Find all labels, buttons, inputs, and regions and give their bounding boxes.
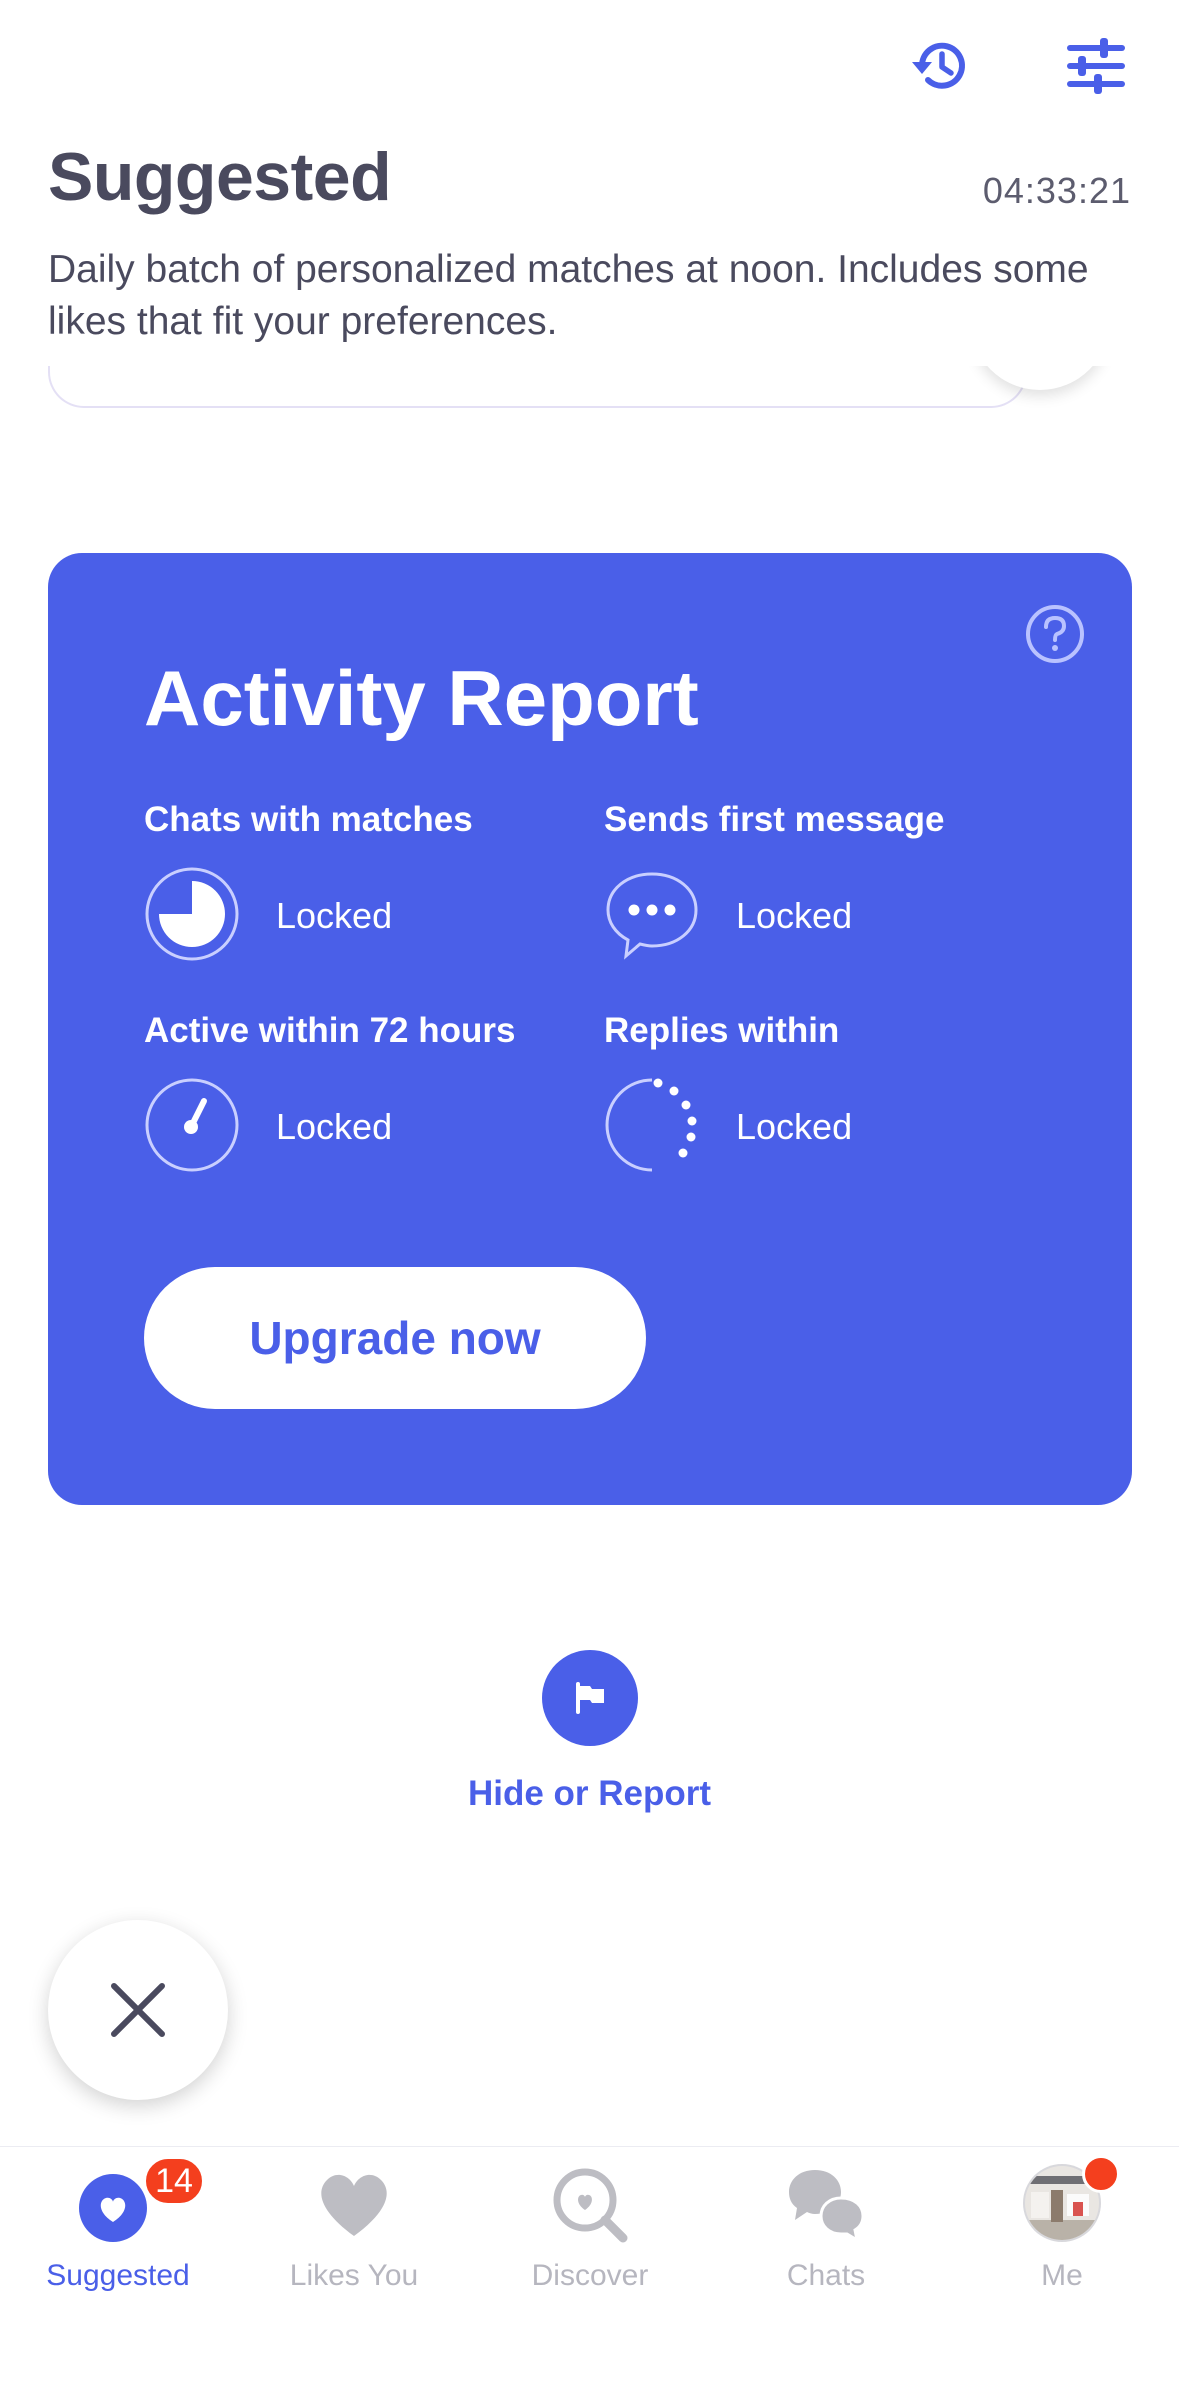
suggested-badge: 14 bbox=[142, 2155, 206, 2207]
activity-report-card: Activity Report Chats with matches Locke… bbox=[48, 553, 1132, 1505]
stat-label-active: Active within 72 hours bbox=[144, 1011, 516, 1050]
countdown-timer: 04:33:21 bbox=[982, 170, 1131, 211]
tab-label-suggested: Suggested bbox=[46, 2259, 190, 2292]
tab-label-me: Me bbox=[1041, 2259, 1083, 2292]
clock-gauge-icon bbox=[144, 1077, 240, 1173]
tab-suggested[interactable]: 14 Suggested bbox=[0, 2147, 236, 2347]
stat-value-replies: Locked bbox=[736, 1106, 853, 1147]
page-subtitle: Daily batch of personalized matches at n… bbox=[48, 248, 1089, 343]
filter-sliders-icon[interactable] bbox=[1064, 34, 1128, 98]
tab-label-discover: Discover bbox=[531, 2259, 649, 2292]
hide-report-label[interactable]: Hide or Report bbox=[0, 1774, 1179, 1814]
stat-value-first-message: Locked bbox=[736, 895, 853, 936]
notification-dot bbox=[1082, 2155, 1120, 2193]
tab-me[interactable]: Me bbox=[944, 2147, 1179, 2347]
close-icon bbox=[111, 1983, 165, 2037]
discover-search-icon bbox=[549, 2162, 631, 2244]
speech-bubble-icon bbox=[604, 866, 700, 962]
question-circle-icon[interactable] bbox=[1024, 603, 1086, 665]
flag-icon bbox=[576, 1682, 604, 1714]
activity-report-title: Activity Report bbox=[144, 654, 699, 742]
bottom-tab-bar: 14 Suggested Likes You Discover Chats Me bbox=[0, 2146, 1179, 2397]
tab-label-likes-you: Likes You bbox=[289, 2259, 419, 2292]
pie-chart-icon bbox=[144, 866, 240, 962]
stat-value-active: Locked bbox=[276, 1106, 393, 1147]
close-button[interactable] bbox=[48, 1920, 228, 2100]
tab-label-chats: Chats bbox=[786, 2259, 866, 2292]
heart-icon bbox=[313, 2162, 395, 2244]
dotted-timer-icon bbox=[604, 1077, 700, 1173]
tab-chats[interactable]: Chats bbox=[708, 2147, 944, 2347]
page-title: Suggested bbox=[48, 139, 392, 215]
stat-label-chats: Chats with matches bbox=[144, 800, 473, 839]
stat-label-first-message: Sends first message bbox=[604, 800, 945, 839]
history-icon[interactable] bbox=[908, 34, 972, 98]
stat-label-replies: Replies within bbox=[604, 1011, 840, 1050]
hide-report-button[interactable] bbox=[542, 1650, 638, 1746]
tab-likes-you[interactable]: Likes You bbox=[236, 2147, 472, 2347]
tab-discover[interactable]: Discover bbox=[472, 2147, 708, 2347]
chat-bubbles-icon bbox=[785, 2162, 867, 2244]
upgrade-now-button[interactable]: Upgrade now bbox=[144, 1267, 646, 1409]
stat-value-chats: Locked bbox=[276, 895, 393, 936]
